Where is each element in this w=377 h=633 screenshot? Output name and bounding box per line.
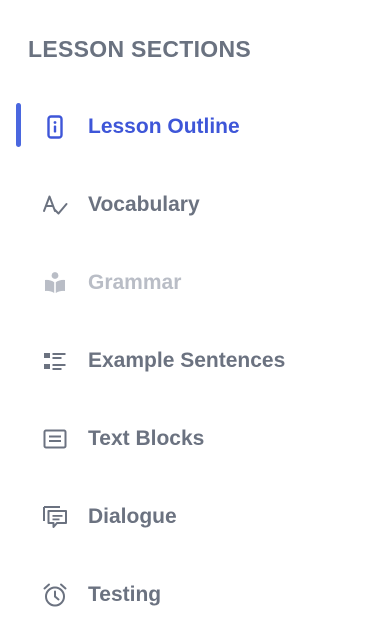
chat-bubbles-icon <box>40 502 70 532</box>
nav-item-label: Vocabulary <box>88 193 200 216</box>
nav-item-label: Testing <box>88 583 162 606</box>
lesson-sections-nav: Lesson Outline Vocabulary Grammar Exampl… <box>0 88 377 633</box>
nav-item-lesson-outline[interactable]: Lesson Outline <box>0 88 377 166</box>
list-icon <box>40 346 70 376</box>
nav-item-text-blocks[interactable]: Text Blocks <box>0 400 377 478</box>
spellcheck-icon <box>40 190 70 220</box>
nav-item-label: Text Blocks <box>88 427 205 450</box>
book-reader-icon <box>40 268 70 298</box>
lesson-sections-sidebar: LESSON SECTIONS Lesson Outline Vocabular… <box>0 0 377 633</box>
nav-item-testing[interactable]: Testing <box>0 556 377 633</box>
nav-item-example-sentences[interactable]: Example Sentences <box>0 322 377 400</box>
nav-item-grammar[interactable]: Grammar <box>0 244 377 322</box>
nav-item-vocabulary[interactable]: Vocabulary <box>0 166 377 244</box>
nav-item-label: Lesson Outline <box>88 115 240 138</box>
text-block-icon <box>40 424 70 454</box>
active-indicator <box>16 103 21 147</box>
alarm-clock-icon <box>40 580 70 610</box>
nav-item-label: Example Sentences <box>88 349 286 372</box>
section-title: LESSON SECTIONS <box>28 36 252 62</box>
phone-info-icon <box>40 112 70 142</box>
nav-item-dialogue[interactable]: Dialogue <box>0 478 377 556</box>
nav-item-label: Dialogue <box>88 505 177 528</box>
nav-item-label: Grammar <box>88 271 182 294</box>
